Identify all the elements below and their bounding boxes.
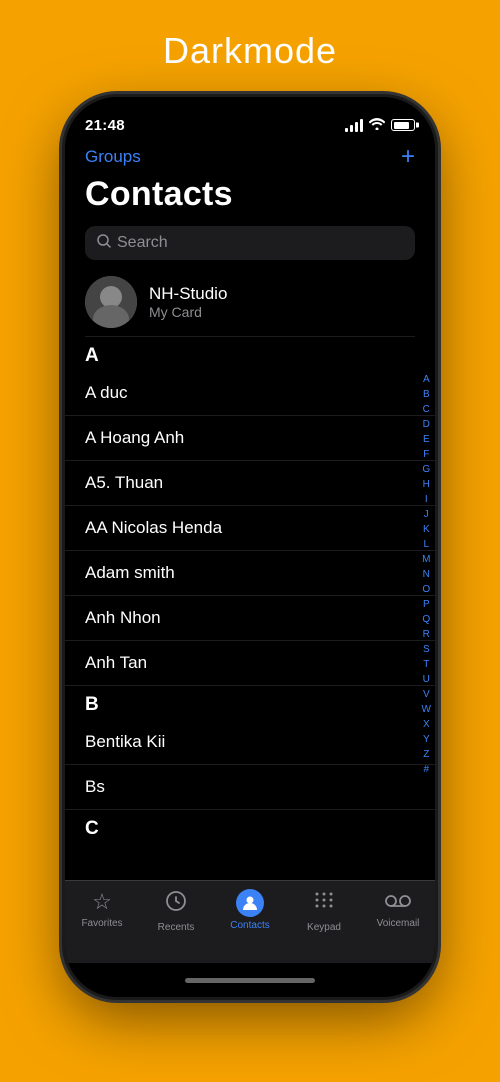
my-card-subtitle: My Card [149, 304, 227, 320]
index-letter-hash[interactable]: # [423, 762, 429, 777]
index-letter-n[interactable]: N [423, 567, 430, 582]
avatar [85, 276, 137, 328]
contact-row[interactable]: A5. Thuan [65, 461, 435, 506]
index-letter-a[interactable]: A [423, 372, 430, 387]
home-bar [185, 978, 315, 983]
contact-name: Bentika Kii [85, 732, 165, 752]
index-letter-r[interactable]: R [423, 627, 430, 642]
index-letter-i[interactable]: I [425, 492, 428, 507]
star-icon: ☆ [92, 889, 112, 915]
index-letter-g[interactable]: G [422, 462, 430, 477]
contact-name: Anh Nhon [85, 608, 161, 628]
index-letter-l[interactable]: L [423, 537, 429, 552]
contact-row[interactable]: Adam smith [65, 551, 435, 596]
contact-name: A duc [85, 383, 128, 403]
screen: 21:48 [65, 97, 435, 997]
tab-favorites-label: Favorites [81, 918, 122, 929]
index-sidebar: A B C D E F G H I J K L M N O P Q R S T [422, 268, 431, 880]
contact-row[interactable]: Anh Nhon [65, 596, 435, 641]
contact-name: A5. Thuan [85, 473, 163, 493]
contact-row[interactable]: Bentika Kii [65, 720, 435, 765]
my-card-name: NH-Studio [149, 284, 227, 304]
index-letter-d[interactable]: D [423, 417, 430, 432]
section-header-a: A [65, 337, 435, 371]
person-icon [236, 889, 264, 917]
add-contact-button[interactable]: + [401, 145, 415, 169]
wifi-icon [369, 118, 385, 133]
status-icons [345, 118, 415, 133]
index-letter-x[interactable]: X [423, 717, 430, 732]
keypad-icon [312, 889, 336, 919]
my-card-info: NH-Studio My Card [149, 284, 227, 320]
contacts-title: Contacts [85, 175, 415, 214]
contact-row[interactable]: Anh Tan [65, 641, 435, 686]
index-letter-c[interactable]: C [423, 402, 430, 417]
contact-row[interactable]: AA Nicolas Henda [65, 506, 435, 551]
my-card[interactable]: NH-Studio My Card [65, 268, 435, 336]
tab-bar: ☆ Favorites Recents [65, 880, 435, 963]
index-letter-w[interactable]: W [422, 702, 431, 717]
tab-recents[interactable]: Recents [146, 889, 206, 933]
tab-voicemail-label: Voicemail [377, 918, 420, 929]
search-placeholder: Search [117, 234, 168, 252]
battery-icon [391, 119, 415, 131]
tab-favorites[interactable]: ☆ Favorites [72, 889, 132, 929]
contact-name: AA Nicolas Henda [85, 518, 222, 538]
contact-row[interactable]: A duc [65, 371, 435, 416]
index-letter-s[interactable]: S [423, 642, 430, 657]
tab-keypad-label: Keypad [307, 922, 341, 933]
nav-bar: Groups + [65, 141, 435, 175]
index-letter-h[interactable]: H [423, 477, 430, 492]
index-letter-q[interactable]: Q [422, 612, 430, 627]
contact-name: A Hoang Anh [85, 428, 184, 448]
contacts-list: NH-Studio My Card A A duc A Hoang Anh A5… [65, 268, 435, 880]
contact-name: Bs [85, 777, 105, 797]
section-header-c: C [65, 810, 435, 844]
groups-button[interactable]: Groups [85, 147, 141, 167]
tab-keypad[interactable]: Keypad [294, 889, 354, 933]
index-letter-k[interactable]: K [423, 522, 430, 537]
tab-contacts-label: Contacts [230, 920, 269, 931]
status-time: 21:48 [85, 117, 125, 134]
voicemail-icon [385, 889, 411, 915]
tab-recents-label: Recents [158, 922, 195, 933]
tab-voicemail[interactable]: Voicemail [368, 889, 428, 929]
index-letter-u[interactable]: U [423, 672, 430, 687]
tab-contacts[interactable]: Contacts [220, 889, 280, 931]
index-letter-j[interactable]: J [424, 507, 429, 522]
index-letter-y[interactable]: Y [423, 732, 430, 747]
contact-row[interactable]: Bs [65, 765, 435, 810]
index-letter-v[interactable]: V [423, 687, 430, 702]
index-letter-z[interactable]: Z [423, 747, 429, 762]
contacts-header: Contacts [65, 175, 435, 222]
index-letter-o[interactable]: O [422, 582, 430, 597]
index-letter-f[interactable]: F [423, 447, 429, 462]
index-letter-e[interactable]: E [423, 432, 430, 447]
contact-name: Adam smith [85, 563, 175, 583]
index-letter-p[interactable]: P [423, 597, 430, 612]
clock-icon [164, 889, 188, 919]
search-bar[interactable]: Search [85, 226, 415, 260]
page-title: Darkmode [163, 30, 337, 72]
index-letter-t[interactable]: T [423, 657, 429, 672]
phone-frame: 21:48 [65, 97, 435, 997]
section-header-b: B [65, 686, 435, 720]
contacts-scroll: NH-Studio My Card A A duc A Hoang Anh A5… [65, 268, 435, 880]
index-letter-b[interactable]: B [423, 387, 430, 402]
contact-row[interactable]: A Hoang Anh [65, 416, 435, 461]
home-indicator [65, 963, 435, 997]
search-icon [97, 234, 111, 252]
index-letter-m[interactable]: M [422, 552, 430, 567]
signal-icon [345, 119, 363, 132]
status-bar: 21:48 [65, 97, 435, 141]
contact-name: Anh Tan [85, 653, 147, 673]
